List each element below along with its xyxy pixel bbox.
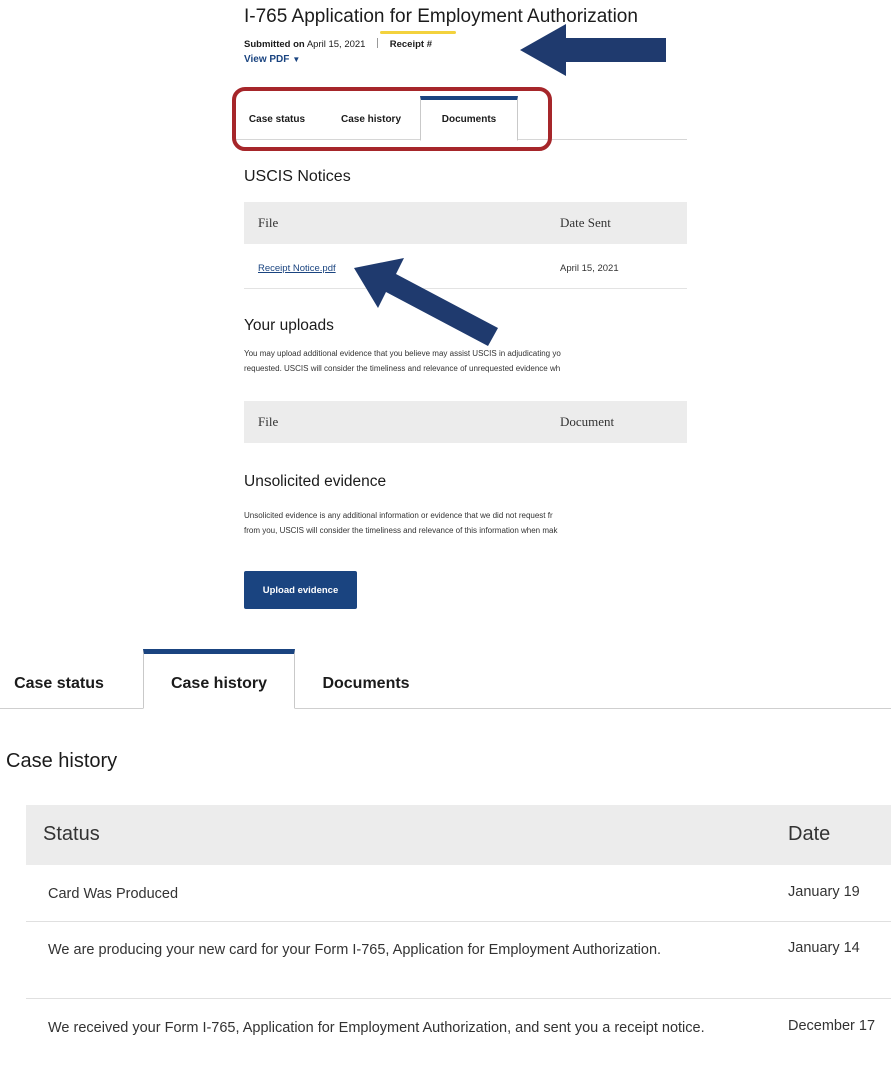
arrow-up-left-annotation-icon (354, 258, 498, 346)
history-row-1-status: Card Was Produced (48, 886, 179, 902)
arrow-left-annotation-icon (520, 24, 666, 76)
uploads-description-line-2: requested. USCIS will consider the timel… (244, 364, 561, 373)
receipt-notice-link[interactable]: Receipt Notice.pdf (258, 263, 336, 274)
submitted-date: April 15, 2021 (306, 39, 366, 50)
notice-date-sent: April 15, 2021 (560, 263, 619, 274)
uploads-table-header: File Document (244, 401, 687, 443)
tab-case-history-large[interactable]: Case history (143, 649, 295, 709)
col-status: Status (43, 823, 100, 845)
tab-documents-large[interactable]: Documents (306, 650, 426, 708)
history-row-2-date: January 14 (788, 940, 860, 956)
your-uploads-heading: Your uploads (244, 317, 334, 334)
unsolicited-description-line-1: Unsolicited evidence is any additional i… (244, 511, 553, 520)
uscis-notices-heading: USCIS Notices (244, 168, 351, 185)
tab-case-status-large[interactable]: Case status (0, 650, 118, 708)
notices-table-header: File Date Sent (244, 202, 687, 244)
notices-col-date: Date Sent (560, 215, 611, 230)
uploads-col-file: File (258, 414, 279, 429)
col-date: Date (788, 823, 831, 845)
meta-divider (377, 38, 379, 48)
view-pdf-label: View PDF (244, 54, 290, 65)
caret-down-icon: ▼ (292, 55, 301, 64)
bottom-tab-bar: Case status Case history Documents (0, 649, 891, 709)
case-history-table-header: Status Date (26, 805, 891, 865)
history-row-2-status: We are producing your new card for your … (48, 942, 662, 958)
receipt-label: Receipt # (389, 39, 432, 50)
title-highlight-underline (380, 31, 456, 34)
table-row-divider (26, 921, 891, 922)
history-row-3-date: December 17 (788, 1018, 876, 1034)
history-row-3-status: We received your Form I-765, Application… (48, 1020, 705, 1036)
upload-evidence-button[interactable]: Upload evidence (244, 571, 357, 609)
tabs-highlight-box (232, 87, 552, 151)
unsolicited-description-line-2: from you, USCIS will consider the timeli… (244, 526, 558, 535)
uploads-col-document: Document (560, 414, 615, 429)
history-row-1-date: January 19 (788, 884, 860, 900)
submitted-label: Submitted on (244, 39, 305, 50)
submission-meta: Submitted on April 15, 2021 Receipt # (244, 38, 432, 50)
notices-col-file: File (258, 215, 279, 230)
case-history-heading: Case history (6, 750, 118, 772)
unsolicited-evidence-heading: Unsolicited evidence (244, 473, 387, 490)
table-row-divider (26, 998, 891, 999)
view-pdf-link[interactable]: View PDF ▼ (244, 54, 300, 65)
